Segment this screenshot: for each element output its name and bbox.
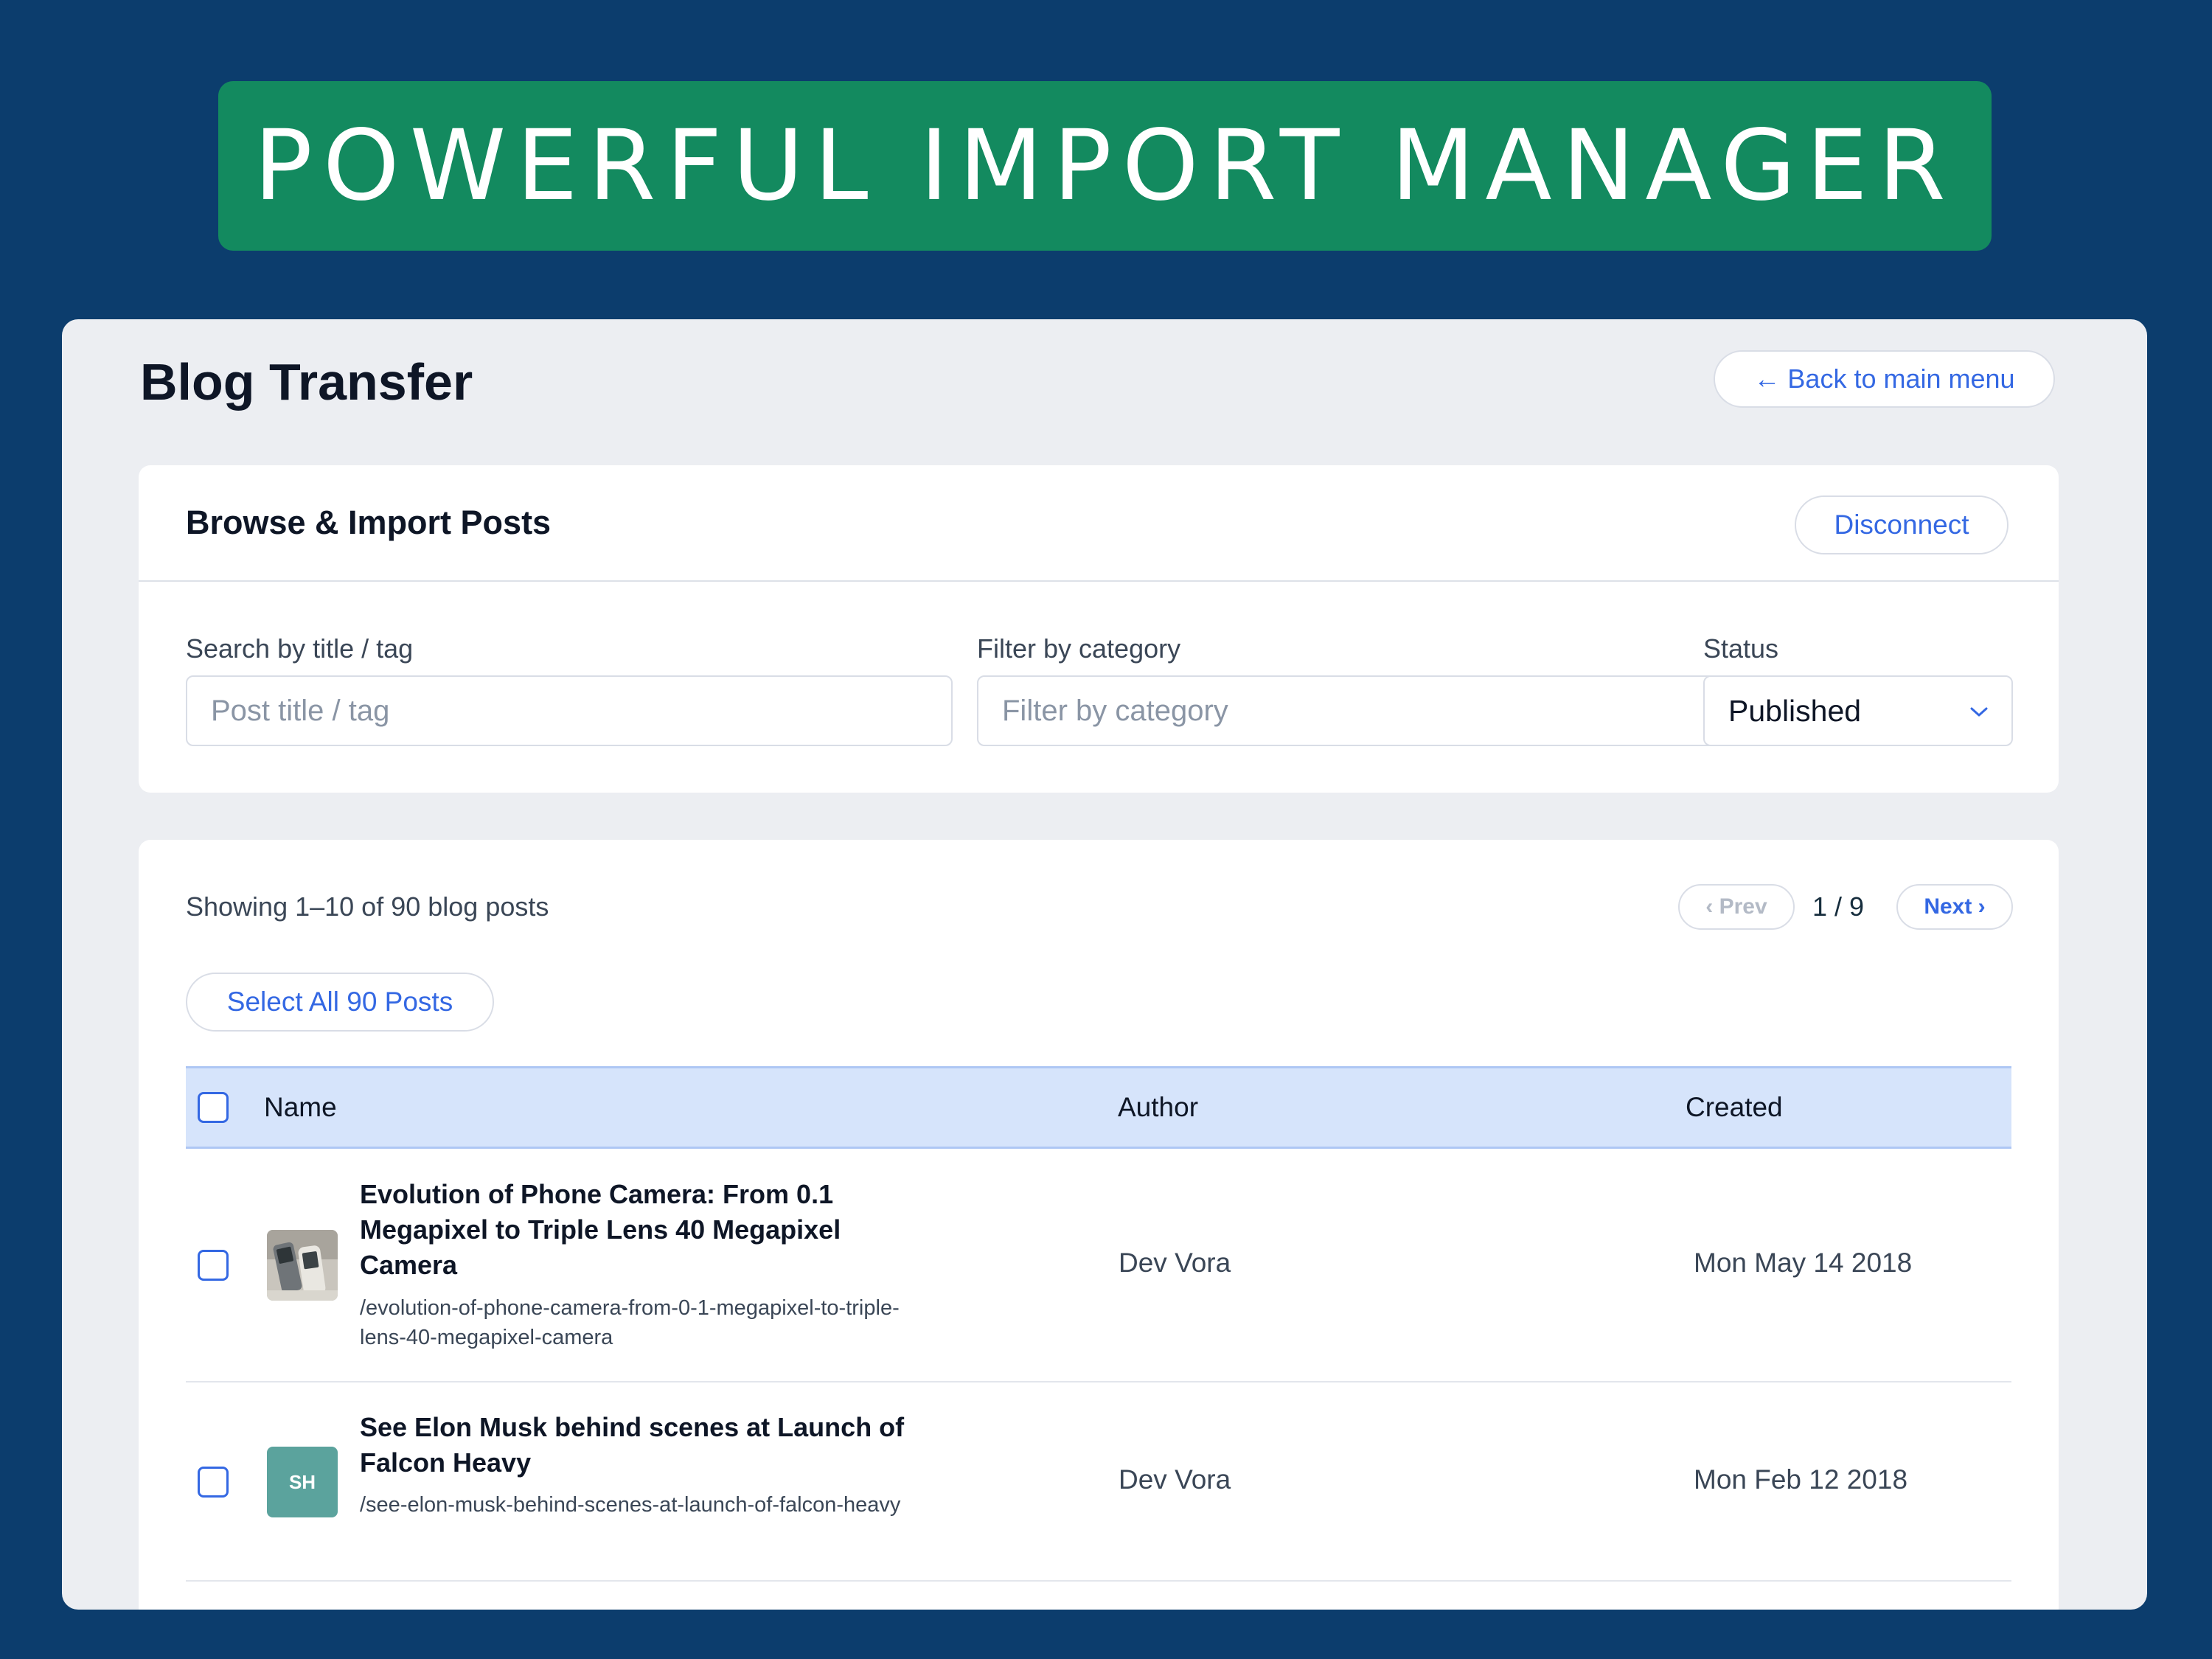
category-label: Filter by category [977,633,1181,664]
banner-title: POWERFUL IMPORT MANAGER [254,109,1956,223]
search-label: Search by title / tag [186,633,414,664]
results-count: Showing 1–10 of 90 blog posts [186,891,549,922]
post-slug: /see-elon-musk-behind-scenes-at-launch-o… [360,1493,901,1517]
status-label: Status [1703,633,1779,664]
status-select[interactable]: Published [1703,675,2013,746]
app-panel: Blog Transfer ← Back to main menu Browse… [62,319,2147,1610]
prev-page-button[interactable]: ‹ Prev [1678,884,1795,930]
posts-list-card: Showing 1–10 of 90 blog posts ‹ Prev 1 /… [139,840,2059,1610]
column-header-name[interactable]: Name [264,1092,337,1123]
post-created-date: Mon May 14 2018 [1694,1248,1913,1278]
post-slug: /evolution-of-phone-camera-from-0-1-mega… [360,1296,900,1349]
posts-table: Name Author Created Evolution of Phone C… [186,1066,2011,1582]
category-filter-input[interactable] [977,675,1744,746]
post-initials-avatar: SH [267,1447,338,1517]
post-title[interactable]: See Elon Musk behind scenes at Launch of… [360,1410,935,1481]
card-title: Browse & Import Posts [186,504,552,541]
page-indicator: 1 / 9 [1812,891,1865,922]
promo-banner: POWERFUL IMPORT MANAGER [218,81,1992,251]
select-all-posts-button[interactable]: Select All 90 Posts [186,973,494,1032]
status-selected-value: Published [1728,693,1862,728]
post-created-date: Mon Feb 12 2018 [1694,1464,1908,1495]
next-page-button[interactable]: Next › [1896,884,2013,930]
page-title: Blog Transfer [140,353,473,411]
row-checkbox[interactable] [198,1467,229,1498]
row-checkbox[interactable] [198,1250,229,1281]
disconnect-button[interactable]: Disconnect [1795,495,2008,554]
table-row[interactable]: Evolution of Phone Camera: From 0.1 Mega… [186,1149,2011,1382]
table-header: Name Author Created [186,1066,2011,1149]
chevron-down-icon [1970,699,1988,723]
table-row[interactable]: SH See Elon Musk behind scenes at Launch… [186,1382,2011,1582]
post-title[interactable]: Evolution of Phone Camera: From 0.1 Mega… [360,1177,935,1283]
search-input[interactable] [186,675,953,746]
post-thumbnail [267,1230,338,1301]
select-all-checkbox[interactable] [198,1092,229,1123]
column-header-created[interactable]: Created [1686,1092,1783,1123]
post-author: Dev Vora [1119,1464,1231,1495]
column-header-author[interactable]: Author [1118,1092,1198,1123]
card-header: Browse & Import Posts Disconnect [139,465,2059,582]
back-to-main-menu-button[interactable]: ← Back to main menu [1714,350,2055,408]
browse-import-card: Browse & Import Posts Disconnect Search … [139,465,2059,793]
post-author: Dev Vora [1119,1248,1231,1278]
